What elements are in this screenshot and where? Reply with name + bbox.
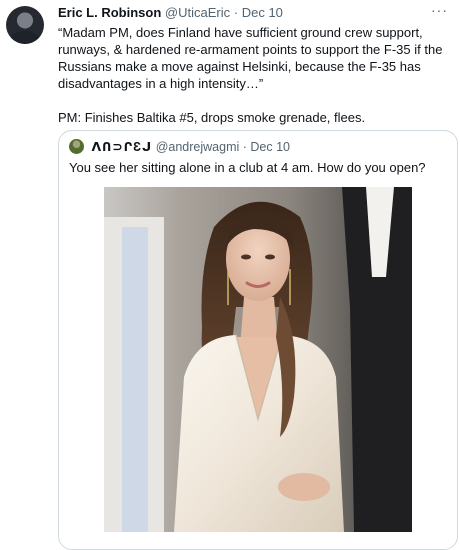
tweet[interactable]: Eric L. Robinson @UticaEric · Dec 10 ···… [0, 0, 460, 550]
more-options-button[interactable]: ··· [431, 2, 448, 18]
meta-separator: · [233, 5, 239, 20]
photo-left-sleeve [122, 227, 148, 532]
quoted-author-handle[interactable]: @andrejwagmi [156, 140, 240, 154]
quoted-author-name[interactable]: ᐱՈ⊃ՐƐᒍ [91, 140, 152, 154]
tweet-text: “Madam PM, does Finland have sufficient … [58, 24, 456, 126]
tweet-date[interactable]: Dec 10 [242, 5, 283, 20]
quoted-tweet-photo[interactable] [104, 187, 412, 532]
quoted-author-avatar[interactable] [69, 139, 84, 154]
photo-left-eye [241, 254, 251, 260]
author-name[interactable]: Eric L. Robinson [58, 5, 161, 20]
photo-right-eye [265, 254, 275, 260]
quoted-tweet[interactable]: ᐱՈ⊃ՐƐᒍ @andrejwagmi · Dec 10 You see her… [58, 130, 458, 550]
quoted-meta-separator: · [242, 140, 247, 154]
quoted-tweet-date[interactable]: Dec 10 [250, 140, 290, 154]
tweet-header: Eric L. Robinson @UticaEric · Dec 10 [58, 4, 428, 22]
more-horizontal-icon: ··· [431, 2, 448, 18]
avatar-figure [10, 31, 40, 44]
author-handle[interactable]: @UticaEric [165, 5, 230, 20]
author-avatar[interactable] [6, 6, 44, 44]
tweet-paragraph-1: “Madam PM, does Finland have sufficient … [58, 25, 447, 91]
photo-hands [278, 473, 330, 501]
tweet-paragraph-2: PM: Finishes Baltika #5, drops smoke gre… [58, 110, 366, 125]
quoted-tweet-text: You see her sitting alone in a club at 4… [69, 160, 426, 175]
quoted-tweet-header: ᐱՈ⊃ՐƐᒍ @andrejwagmi · Dec 10 [69, 139, 290, 155]
